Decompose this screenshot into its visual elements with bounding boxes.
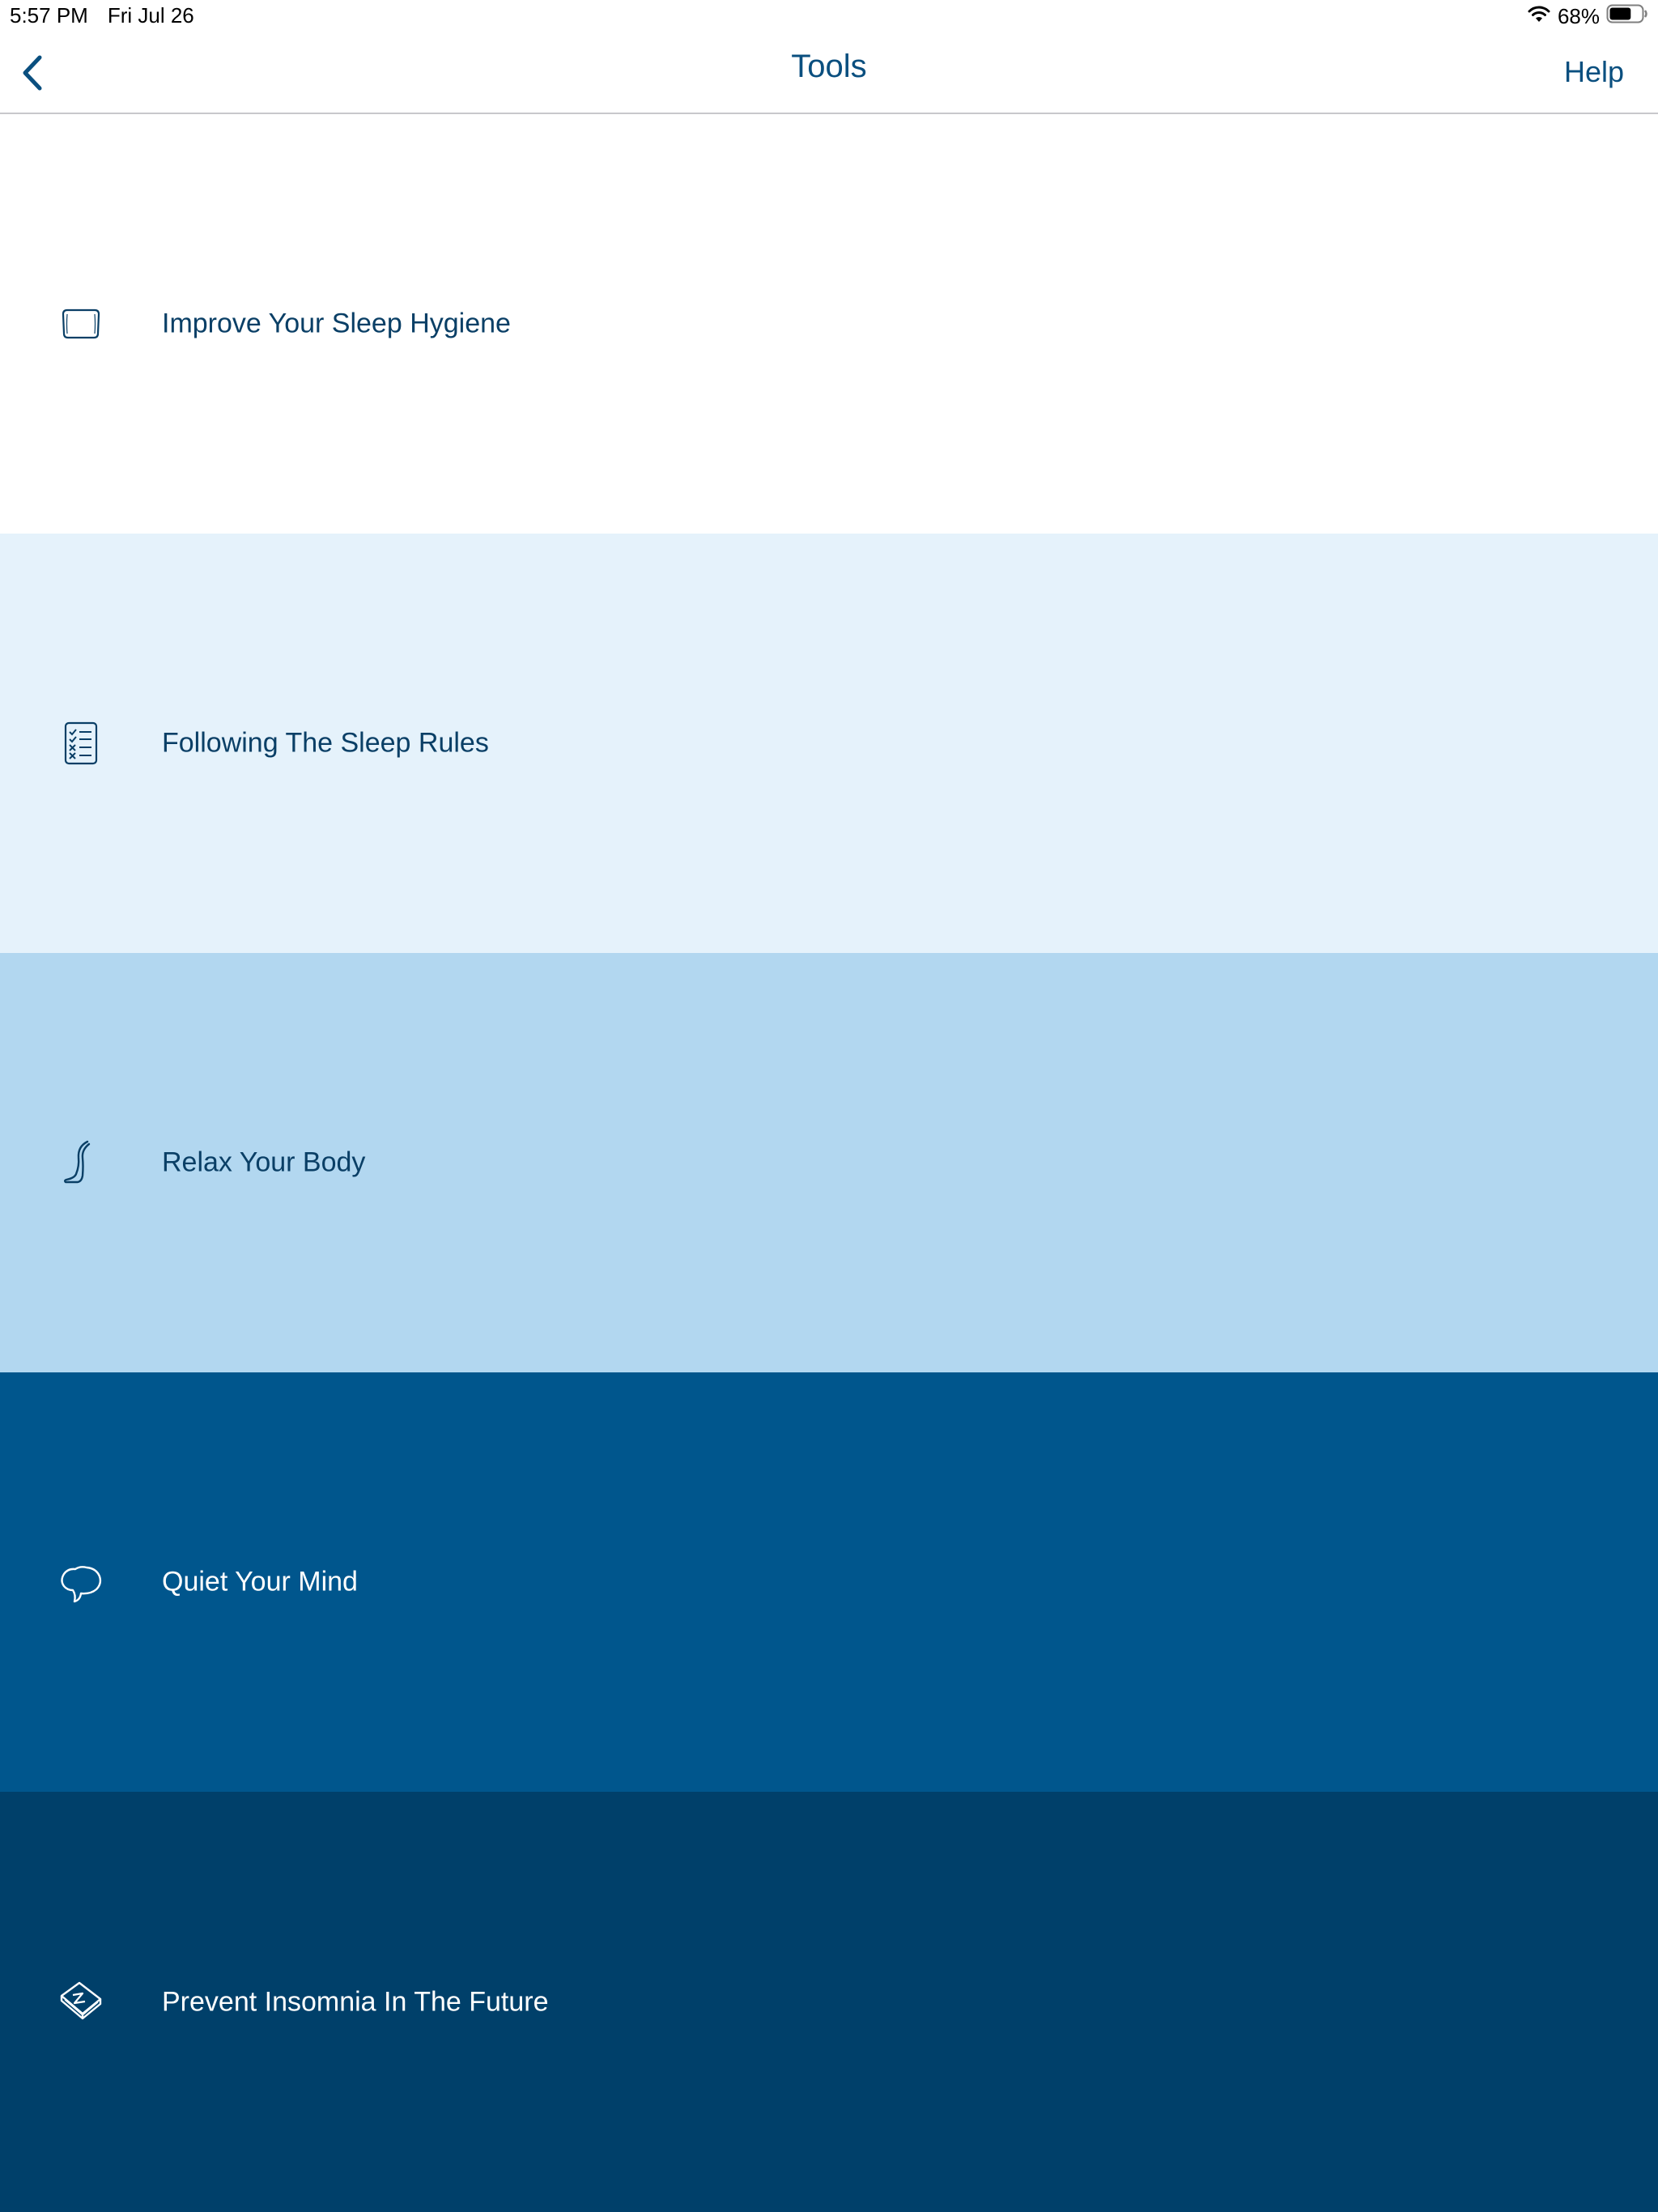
status-bar: 5:57 PM Fri Jul 26 68% [0,0,1658,32]
tool-label: Relax Your Body [162,1146,366,1178]
tool-row-relax-body[interactable]: Relax Your Body [0,953,1658,1372]
wifi-icon [1527,4,1551,29]
status-right: 68% [1527,3,1648,30]
battery-icon [1606,3,1648,30]
leg-icon [64,1140,91,1184]
brain-icon [61,1566,102,1603]
status-left: 5:57 PM Fri Jul 26 [10,3,194,28]
tool-row-prevent-insomnia[interactable]: Prevent Insomnia In The Future [0,1792,1658,2212]
navigation-bar: Tools Help [0,32,1658,114]
tool-label: Improve Your Sleep Hygiene [162,308,511,339]
battery-percent: 68% [1557,4,1600,28]
tool-row-sleep-hygiene[interactable]: Improve Your Sleep Hygiene [0,114,1658,534]
status-time: 5:57 PM [10,3,88,28]
tool-label: Following The Sleep Rules [162,727,489,759]
tool-row-sleep-rules[interactable]: Following The Sleep Rules [0,534,1658,953]
tools-list: Improve Your Sleep Hygiene Following The… [0,114,1658,2212]
tool-label: Quiet Your Mind [162,1566,358,1597]
tool-label: Prevent Insomnia In The Future [162,1986,549,2017]
page-title: Tools [791,49,867,84]
pillow-icon [62,308,100,339]
status-date: Fri Jul 26 [107,3,194,28]
help-button[interactable]: Help [1564,55,1624,89]
sleep-book-icon [60,1981,102,2019]
checklist-icon [64,721,98,765]
tool-row-quiet-mind[interactable]: Quiet Your Mind [0,1372,1658,1792]
